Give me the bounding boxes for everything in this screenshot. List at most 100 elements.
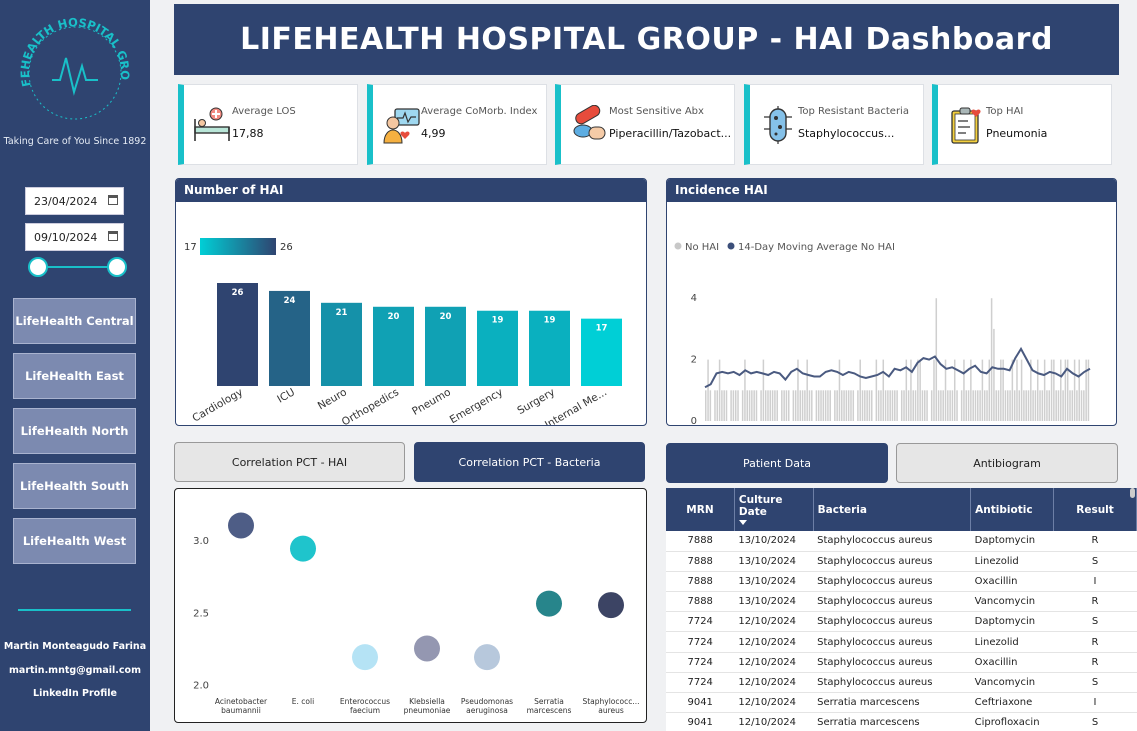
bar — [960, 390, 963, 421]
data-point — [414, 635, 440, 662]
date-range-slider[interactable] — [38, 266, 118, 268]
bar — [859, 359, 861, 421]
bar — [993, 328, 995, 421]
nav-lifehealth-south[interactable]: LifeHealth South — [13, 463, 136, 509]
bar — [1048, 390, 1051, 421]
kpi-label: Top Resistant Bacteria — [798, 106, 909, 117]
table-row[interactable]: 7724 12/10/2024 Staphylococcus aureus Vanco… — [666, 672, 1137, 694]
col-bacteria[interactable]: Bacteria — [813, 488, 972, 531]
bar — [866, 390, 868, 421]
slider-start-handle[interactable] — [28, 257, 48, 277]
data-point — [352, 644, 378, 671]
bar — [741, 390, 744, 421]
table-cell: S — [1053, 672, 1137, 694]
bar — [771, 390, 774, 421]
table-cell: Serratia marcescens — [813, 692, 971, 714]
bar — [924, 390, 926, 421]
end-date-input[interactable]: 09/10/2024 — [25, 223, 124, 251]
bar — [783, 390, 785, 421]
table-row[interactable]: 7888 13/10/2024 Staphylococcus aureus Vanco… — [666, 591, 1137, 613]
table-cell: 9041 — [666, 712, 735, 731]
kpi-label: Top HAI — [986, 106, 1024, 117]
bar — [836, 390, 838, 421]
category-label: faecium — [350, 706, 380, 715]
incidence-chart[interactable]: No HAI14-Day Moving Average No HAI024may… — [667, 202, 1116, 425]
table-row[interactable]: 7888 13/10/2024 Staphylococcus aureus Dapto… — [666, 531, 1137, 552]
table-cell: Staphylococcus aureus — [813, 571, 971, 593]
data-point — [598, 592, 624, 619]
col-mrn[interactable]: MRN — [666, 488, 735, 531]
table-cell: Daptomycin — [970, 531, 1054, 552]
bar — [845, 390, 848, 421]
nav-lifehealth-north[interactable]: LifeHealth North — [13, 408, 136, 454]
correlation-scatter-chart[interactable]: 2.0 2.5 3.0 Acinetobacterbaumannii E. coli En… — [175, 489, 646, 722]
color-scale-legend — [200, 238, 276, 255]
bar — [744, 359, 746, 421]
col-result[interactable]: Result — [1053, 488, 1137, 531]
bar — [764, 390, 767, 421]
bar — [900, 390, 903, 421]
sort-descending-icon[interactable] — [738, 520, 747, 525]
table-cell: Ceftriaxone — [970, 692, 1054, 714]
panel-title: Number of HAI — [176, 179, 646, 202]
nav-lifehealth-west[interactable]: LifeHealth West — [13, 518, 136, 564]
bar — [864, 390, 866, 421]
linkedin-link[interactable]: LinkedIn Profile — [0, 688, 150, 699]
hospital-bed-icon — [194, 107, 230, 141]
author-email[interactable]: martin.mntg@gmail.com — [0, 665, 150, 676]
table-row[interactable]: 7724 12/10/2024 Staphylococcus aureus Oxaci… — [666, 652, 1137, 673]
table-scrollbar[interactable] — [1130, 488, 1135, 498]
bar — [875, 359, 878, 421]
table-row[interactable]: 9041 12/10/2024 Serratia marcescens Ceftria… — [666, 692, 1137, 714]
table-cell: Staphylococcus aureus — [813, 611, 971, 633]
category-label: Staphylococc... — [582, 697, 639, 706]
bar — [907, 390, 910, 421]
table-row[interactable]: 9041 12/10/2024 Serratia marcescens Ciprofl… — [666, 712, 1137, 731]
nav-lifehealth-central[interactable]: LifeHealth Central — [13, 298, 136, 344]
start-date-input[interactable]: 23/04/2024 — [25, 187, 124, 215]
bar-value-label: 21 — [336, 308, 348, 318]
bar — [838, 359, 841, 421]
bar — [725, 390, 728, 421]
table-row[interactable]: 7724 12/10/2024 Staphylococcus aureus Dapto… — [666, 611, 1137, 633]
category-label: Serratia — [534, 697, 564, 706]
tab-patient-data[interactable]: Patient Data — [666, 443, 888, 483]
table-cell: Vancomycin — [970, 591, 1054, 613]
kpi-value: 17,88 — [232, 127, 264, 140]
bar — [737, 390, 739, 421]
tab-correlation-pct-hai[interactable]: Correlation PCT - HAI — [174, 442, 405, 482]
bar — [794, 390, 797, 421]
table-row[interactable]: 7724 12/10/2024 Staphylococcus aureus Linez… — [666, 631, 1137, 653]
bar — [979, 390, 981, 421]
kpi-card-sensitive-abx: Most Sensitive Abx Piperacillin/Tazobact… — [555, 84, 735, 165]
category-label: Orthopedics — [340, 386, 401, 425]
bar — [986, 390, 988, 421]
bar — [956, 390, 958, 421]
calendar-icon[interactable] — [108, 231, 118, 241]
bar — [804, 390, 806, 421]
table-cell: 13/10/2024 — [734, 591, 814, 613]
bar — [896, 390, 898, 421]
bar — [1041, 390, 1044, 421]
bar-value-label: 24 — [284, 296, 296, 306]
tab-correlation-pct-bacteria[interactable]: Correlation PCT - Bacteria — [414, 442, 645, 482]
table-body: 7888 13/10/2024 Staphylococcus aureus Dapto… — [666, 531, 1137, 731]
kpi-value: Staphylococcus... — [798, 127, 895, 140]
table-cell: 13/10/2024 — [734, 531, 814, 552]
category-label: Pneumo — [410, 386, 453, 418]
tab-antibiogram[interactable]: Antibiogram — [896, 443, 1118, 483]
nav-lifehealth-east[interactable]: LifeHealth East — [13, 353, 136, 399]
col-culture-date[interactable]: Culture Date — [734, 488, 814, 531]
table-cell: 13/10/2024 — [734, 551, 814, 572]
slider-end-handle[interactable] — [107, 257, 127, 277]
bar — [951, 390, 954, 421]
calendar-icon[interactable] — [108, 195, 118, 205]
table-row[interactable]: 7888 13/10/2024 Staphylococcus aureus Oxaci… — [666, 571, 1137, 593]
bar — [1080, 390, 1083, 421]
hai-bar-chart[interactable]: 17 26 26 Cardiology 24 ICU 21 Neuro 20 Orthopedic… — [176, 202, 646, 425]
bar — [1083, 390, 1085, 421]
bar — [963, 359, 965, 421]
bar — [891, 390, 894, 421]
col-antibiotic[interactable]: Antibiotic — [970, 488, 1055, 531]
table-row[interactable]: 7888 13/10/2024 Staphylococcus aureus Linez… — [666, 551, 1137, 572]
